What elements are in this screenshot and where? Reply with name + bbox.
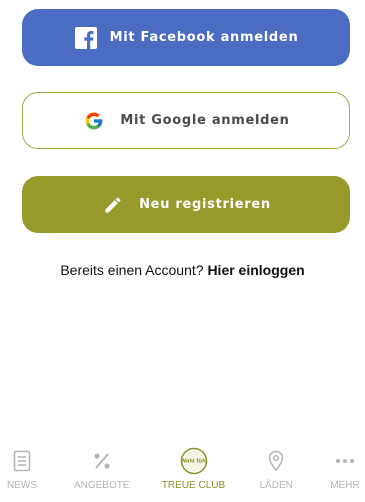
existing-account-line: Bereits einen Account? Hier einloggen <box>0 262 365 278</box>
tab-news[interactable]: NEWS <box>0 446 44 502</box>
tab-laeden-label: LÄDEN <box>259 480 293 491</box>
tab-treue-club[interactable]: Wohl fühl TREUE CLUB <box>160 446 228 502</box>
tab-news-label: NEWS <box>7 480 37 491</box>
tab-mehr-label: MEHR <box>330 480 360 491</box>
location-pin-icon <box>268 446 284 476</box>
tab-angebote[interactable]: ANGEBOTE <box>70 446 134 502</box>
percent-icon <box>92 446 112 476</box>
more-dots-icon <box>335 446 355 476</box>
existing-account-prompt: Bereits einen Account? <box>60 262 204 278</box>
login-link[interactable]: Hier einloggen <box>207 262 304 278</box>
register-label: Neu registrieren <box>139 197 271 212</box>
bottom-tab-bar: NEWS ANGEBOTE Wohl fühl TREUE CLUB LÄDEN… <box>0 446 365 502</box>
tab-laeden[interactable]: LÄDEN <box>253 446 299 502</box>
facebook-icon <box>74 26 98 50</box>
login-screen: Mit Facebook anmelden Mit Google anmelde… <box>0 0 365 502</box>
google-login-label: Mit Google anmelden <box>120 113 290 128</box>
treue-club-logo-icon: Wohl fühl <box>180 446 208 476</box>
news-icon <box>13 446 31 476</box>
pencil-icon <box>101 193 125 217</box>
tab-mehr[interactable]: MEHR <box>325 446 365 502</box>
google-icon <box>82 109 106 133</box>
tab-treue-club-label: TREUE CLUB <box>161 480 226 491</box>
google-login-button[interactable]: Mit Google anmelden <box>22 92 350 149</box>
facebook-login-button[interactable]: Mit Facebook anmelden <box>22 9 350 66</box>
facebook-login-label: Mit Facebook anmelden <box>109 30 299 45</box>
tab-angebote-label: ANGEBOTE <box>73 480 130 491</box>
treue-club-logo-text: Wohl fühl <box>180 459 207 465</box>
register-button[interactable]: Neu registrieren <box>22 176 350 233</box>
